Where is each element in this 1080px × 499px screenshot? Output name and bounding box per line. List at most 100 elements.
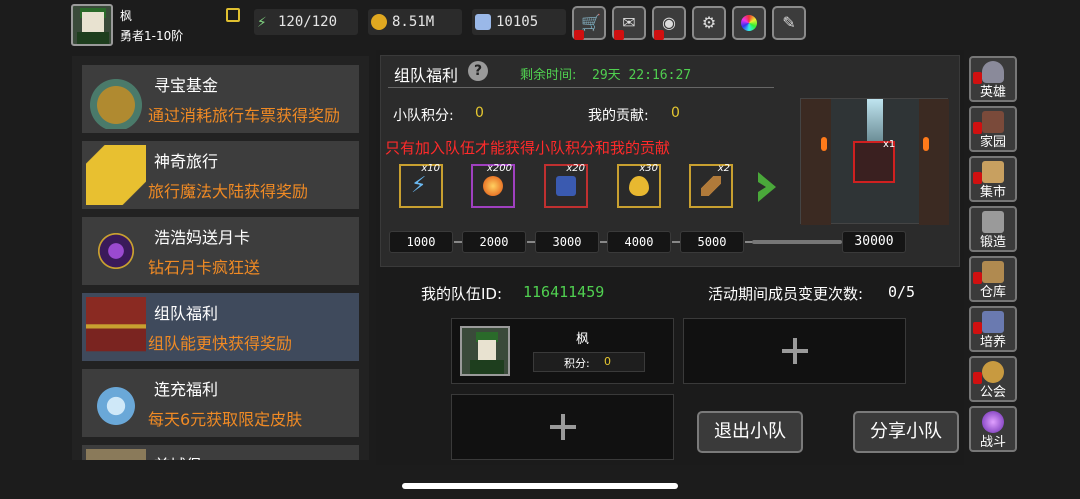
portal-icon xyxy=(982,411,1004,433)
event-item-treasure-fund[interactable]: 寻宝基金 通过消耗旅行车票获得奖励 xyxy=(82,65,359,133)
player-rank: 勇者1-10阶 xyxy=(120,29,184,43)
event-list[interactable]: 寻宝基金 通过消耗旅行车票获得奖励 神奇旅行 旅行魔法大陆获得奖励 浩浩妈送月卡… xyxy=(72,56,369,460)
divider xyxy=(388,87,774,88)
side-menu-forge[interactable]: 锻造 xyxy=(969,206,1017,252)
help-icon[interactable]: ? xyxy=(468,61,488,81)
gems-counter: 10105 xyxy=(472,9,566,35)
team-id-label: 我的队伍ID: xyxy=(421,285,503,303)
event-title: 首城堡 xyxy=(154,452,202,460)
milestone-2000: 2000 xyxy=(462,231,526,253)
gold-counter: 8.51M xyxy=(368,9,462,35)
milestone-5000: 5000 xyxy=(680,231,744,253)
reward-slot-1[interactable]: ⚡ x10 xyxy=(399,163,443,208)
feather-button[interactable]: ✎ xyxy=(772,6,806,40)
event-title: 寻宝基金 xyxy=(154,76,219,95)
member-changes-value: 0/5 xyxy=(888,283,916,301)
side-menu-guild[interactable]: 公会 xyxy=(969,356,1017,402)
house-icon xyxy=(982,111,1004,133)
member-name: 枫 xyxy=(576,332,590,347)
team-id-value: 116411459 xyxy=(523,283,605,301)
side-menu-storage[interactable]: 仓库 xyxy=(969,256,1017,302)
event-title: 神奇旅行 xyxy=(154,152,219,171)
empty-member-slot-2[interactable] xyxy=(683,318,906,384)
anvil-icon xyxy=(982,211,1004,233)
settings-button[interactable]: ⚙ xyxy=(692,6,726,40)
warehouse-icon xyxy=(982,261,1004,283)
event-item-monthly-card[interactable]: 浩浩妈送月卡 钻石月卡疯狂送 xyxy=(82,217,359,285)
event-desc: 通过消耗旅行车票获得奖励 xyxy=(148,106,341,125)
trophy-icon xyxy=(982,311,1004,333)
event-title: 组队福利 xyxy=(154,304,219,323)
side-menu-cultivate[interactable]: 培养 xyxy=(969,306,1017,352)
reward-slot-2[interactable]: x200 xyxy=(471,163,515,208)
event-item-team-benefit[interactable]: 组队福利 组队能更快获得奖励 xyxy=(82,293,359,361)
blue-gem-icon xyxy=(556,176,576,196)
milestone-1000: 1000 xyxy=(389,231,453,253)
mail-icon: ✉ xyxy=(622,13,636,32)
castle-icon xyxy=(86,449,146,460)
gold-icon xyxy=(371,14,387,30)
helmet-icon xyxy=(982,61,1004,83)
event-desc: 组队能更快获得奖励 xyxy=(148,334,293,353)
event-item-magic-travel[interactable]: 神奇旅行 旅行魔法大陆获得奖励 xyxy=(82,141,359,209)
scroll-icon xyxy=(701,176,721,196)
plus-icon xyxy=(781,338,808,364)
event-desc: 钻石月卡疯狂送 xyxy=(148,258,261,277)
color-wheel-button[interactable] xyxy=(732,6,766,40)
side-menu-hero[interactable]: 英雄 xyxy=(969,56,1017,102)
reward-slot-3[interactable]: x20 xyxy=(544,163,588,208)
panel-title: 组队福利 xyxy=(394,66,459,85)
side-menu-battle[interactable]: 战斗 xyxy=(969,406,1017,452)
team-score-label: 小队积分: xyxy=(393,108,454,124)
event-desc: 旅行魔法大陆获得奖励 xyxy=(148,182,309,201)
market-icon xyxy=(982,161,1004,183)
join-team-warning: 只有加入队伍才能获得小队积分和我的贡献 xyxy=(385,139,671,157)
home-indicator[interactable] xyxy=(402,483,678,489)
member-score-value: 0 xyxy=(604,355,611,368)
milestone-4000: 4000 xyxy=(607,231,671,253)
side-menu-market[interactable]: 集市 xyxy=(969,156,1017,202)
event-title: 连充福利 xyxy=(154,380,219,399)
side-menu-home[interactable]: 家园 xyxy=(969,106,1017,152)
event-desc: 每天6元获取限定皮肤 xyxy=(148,410,303,429)
ticket-icon xyxy=(86,145,146,205)
treasure-chest-icon xyxy=(86,297,146,357)
energy-counter: ⚡ 120/120 xyxy=(254,9,358,35)
gamepad-button[interactable]: ◉ xyxy=(652,6,686,40)
player-name: 枫 xyxy=(120,9,133,23)
final-reward-scene[interactable]: x1 xyxy=(800,98,949,225)
milestone-30000: 30000 xyxy=(842,231,906,253)
golden-egg-icon xyxy=(629,176,649,196)
feather-icon: ✎ xyxy=(782,13,796,32)
next-arrow-icon[interactable] xyxy=(756,170,778,204)
final-reward-count: x1 xyxy=(883,139,896,150)
reward-slot-5[interactable]: x2 xyxy=(689,163,733,208)
edit-icon[interactable] xyxy=(226,8,240,22)
plus-icon xyxy=(549,414,576,440)
event-item-recharge[interactable]: 连充福利 每天6元获取限定皮肤 xyxy=(82,369,359,437)
color-wheel-icon xyxy=(741,15,757,31)
empty-member-slot-3[interactable] xyxy=(451,394,674,460)
share-team-button[interactable]: 分享小队 xyxy=(853,411,959,453)
crystal-icon xyxy=(86,373,146,433)
guild-emblem-icon xyxy=(982,361,1004,383)
month-card-icon xyxy=(86,221,146,281)
top-bar: 枫 勇者1-10阶 ⚡ 120/120 8.51M 10105 🛒 ✉ ◉ ⚙ … xyxy=(0,0,1080,48)
member-avatar[interactable] xyxy=(460,326,510,376)
shop-button[interactable]: 🛒 xyxy=(572,6,606,40)
player-avatar[interactable] xyxy=(71,4,113,46)
member-score-label: 积分: xyxy=(564,357,590,370)
mail-button[interactable]: ✉ xyxy=(612,6,646,40)
leave-team-button[interactable]: 退出小队 xyxy=(697,411,803,453)
energy-icon: ⚡ xyxy=(257,12,267,31)
milestone-3000: 3000 xyxy=(535,231,599,253)
team-score-value: 0 xyxy=(475,105,484,121)
gear-icon: ⚙ xyxy=(701,13,717,32)
treasure-bag-icon xyxy=(86,69,146,129)
reward-slot-4[interactable]: x30 xyxy=(617,163,661,208)
event-item-castle[interactable]: 首城堡 xyxy=(82,445,359,460)
timer-label: 剩余时间: xyxy=(520,68,577,83)
gem-icon xyxy=(475,14,491,30)
cart-icon: 🛒 xyxy=(581,13,601,32)
fire-orb-icon xyxy=(483,176,503,196)
